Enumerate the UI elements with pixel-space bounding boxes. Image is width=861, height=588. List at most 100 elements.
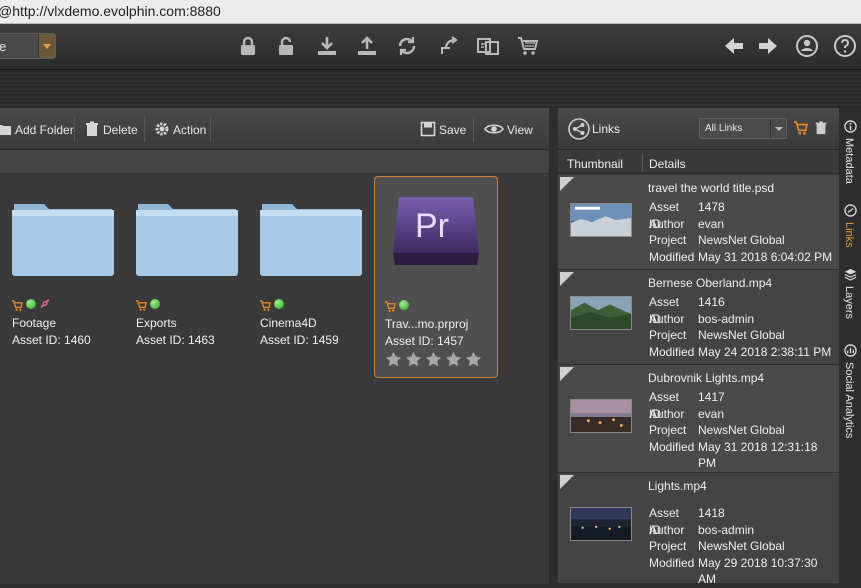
label-project: Project (649, 233, 687, 247)
tab-links[interactable]: Links (839, 200, 861, 260)
value-author: evan (698, 216, 725, 231)
rating-stars[interactable] (385, 351, 485, 373)
tab-social-analytics[interactable]: Social Analytics (839, 340, 861, 450)
chevron-down-icon (38, 34, 55, 58)
star-icon[interactable] (385, 351, 402, 368)
trash-icon (86, 121, 98, 136)
value-asset-id: 1418 (698, 506, 725, 520)
label-modified: Modified (649, 249, 695, 264)
tile-badges (385, 299, 412, 312)
row-corner-marker (560, 367, 574, 381)
star-icon[interactable] (425, 351, 442, 368)
side-tab-bar: Metadata Links Layers Social Analytics (839, 108, 861, 584)
delete-label: Delete (103, 123, 138, 137)
unlock-icon[interactable] (274, 34, 298, 58)
add-folder-button[interactable]: Add Folder (0, 121, 74, 139)
link-row[interactable]: Lights.mp4 Asset ID 1418 Author bos-admin … (558, 473, 839, 586)
links-panel: Links All Links Thumbnail Details travel… (558, 108, 839, 586)
star-icon[interactable] (465, 351, 482, 368)
asset-tile-premiere-project[interactable]: Pr Trav...mo.prproj Asset ID: 1457 (374, 176, 498, 378)
column-thumbnail[interactable]: Thumbnail (567, 157, 623, 171)
asset-subheader (0, 150, 549, 174)
sync-icon[interactable] (395, 34, 419, 58)
toolbar-divider-band (0, 71, 861, 108)
cart-badge-icon (260, 300, 271, 311)
link-row[interactable]: Bernese Oberland.mp4 Asset ID 1416 Author… (558, 270, 839, 365)
asset-tile-footage[interactable]: Footage Asset ID: 1460 (0, 176, 124, 378)
value-asset-id: 1478 (698, 200, 725, 214)
asset-name: Cinema4D (260, 316, 317, 330)
column-details[interactable]: Details (649, 157, 686, 171)
divider (210, 116, 211, 142)
label-author: Author (649, 216, 685, 231)
workspace-dropdown[interactable]: e (0, 33, 56, 59)
save-label: Save (439, 123, 467, 137)
gear-icon (155, 122, 169, 136)
cart-badge-icon (12, 300, 23, 311)
user-icon[interactable] (795, 34, 819, 58)
cart-icon[interactable] (516, 34, 540, 58)
asset-id: Asset ID: 1460 (12, 333, 91, 347)
panel-splitter[interactable] (549, 108, 558, 584)
layers-icon (844, 268, 857, 281)
link-file-name: travel the world title.psd (648, 181, 775, 195)
value-project: NewsNet Global (698, 233, 785, 247)
asset-tile-exports[interactable]: Exports Asset ID: 1463 (124, 176, 248, 378)
link-badge-icon (40, 299, 50, 308)
star-icon[interactable] (445, 351, 462, 368)
back-arrow-icon[interactable] (722, 34, 746, 58)
action-button[interactable]: Action (154, 121, 206, 139)
online-status-icon (150, 299, 160, 309)
duplicate-icon[interactable] (476, 34, 500, 58)
lock-icon[interactable] (236, 34, 260, 58)
info-icon (844, 120, 857, 133)
online-status-icon (26, 299, 36, 309)
asset-browser-panel: Add Folder Delete Action Save View Foota… (0, 108, 549, 584)
panel-title: Links (592, 122, 621, 136)
link-row[interactable]: travel the world title.psd Asset ID 1478 … (558, 175, 839, 270)
delete-button[interactable]: Delete (84, 121, 138, 139)
trash-icon[interactable] (814, 120, 828, 136)
download-icon[interactable] (315, 34, 339, 58)
analytics-icon (844, 344, 857, 357)
thumbnail-image (570, 399, 632, 433)
label-author: Author (649, 522, 685, 537)
links-header: Links All Links (558, 108, 839, 150)
online-status-icon (274, 299, 284, 309)
cart-badge-icon (136, 300, 147, 311)
tab-metadata[interactable]: Metadata (839, 116, 861, 196)
value-modified: May 31 2018 6:04:02 PM (698, 249, 833, 264)
label-project: Project (649, 423, 687, 437)
value-modified: May 31 2018 12:31:18 (698, 439, 818, 454)
asset-tile-cinema4d[interactable]: Cinema4D Asset ID: 1459 (248, 176, 372, 378)
link-file-name: Lights.mp4 (648, 479, 707, 493)
save-button[interactable]: Save (420, 121, 466, 139)
cart-icon[interactable] (794, 121, 808, 135)
upload-icon[interactable] (355, 34, 379, 58)
tab-label: Metadata (843, 138, 855, 184)
share-icon[interactable] (437, 34, 461, 58)
add-folder-icon (0, 125, 11, 135)
add-folder-label: Add Folder (15, 123, 74, 137)
links-filter-select[interactable]: All Links (699, 118, 787, 139)
label-project: Project (649, 539, 687, 553)
tab-label: Links (843, 222, 855, 248)
link-row[interactable]: Dubrovnik Lights.mp4 Asset ID 1417 Author… (558, 365, 839, 473)
tab-layers[interactable]: Layers (839, 264, 861, 334)
address-bar[interactable]: @http://vlxdemo.evolphin.com:8880 (0, 0, 861, 24)
asset-id: Asset ID: 1457 (385, 334, 464, 348)
share-nodes-icon (568, 118, 590, 140)
star-icon[interactable] (405, 351, 422, 368)
premiere-pro-icon: Pr (393, 197, 479, 265)
tile-badges (136, 298, 163, 311)
forward-arrow-icon[interactable] (756, 34, 780, 58)
value-author: bos-admin (698, 311, 755, 326)
value-modified-cont: AM (698, 572, 716, 586)
view-button[interactable]: View (484, 121, 533, 139)
link-file-name: Dubrovnik Lights.mp4 (648, 371, 765, 385)
asset-grid: Footage Asset ID: 1460 Exports Asset ID:… (0, 174, 549, 584)
thumbnail-image (570, 203, 632, 237)
premiere-icon-label: Pr (415, 207, 449, 245)
help-icon[interactable] (833, 34, 857, 58)
asset-id: Asset ID: 1463 (136, 333, 215, 347)
